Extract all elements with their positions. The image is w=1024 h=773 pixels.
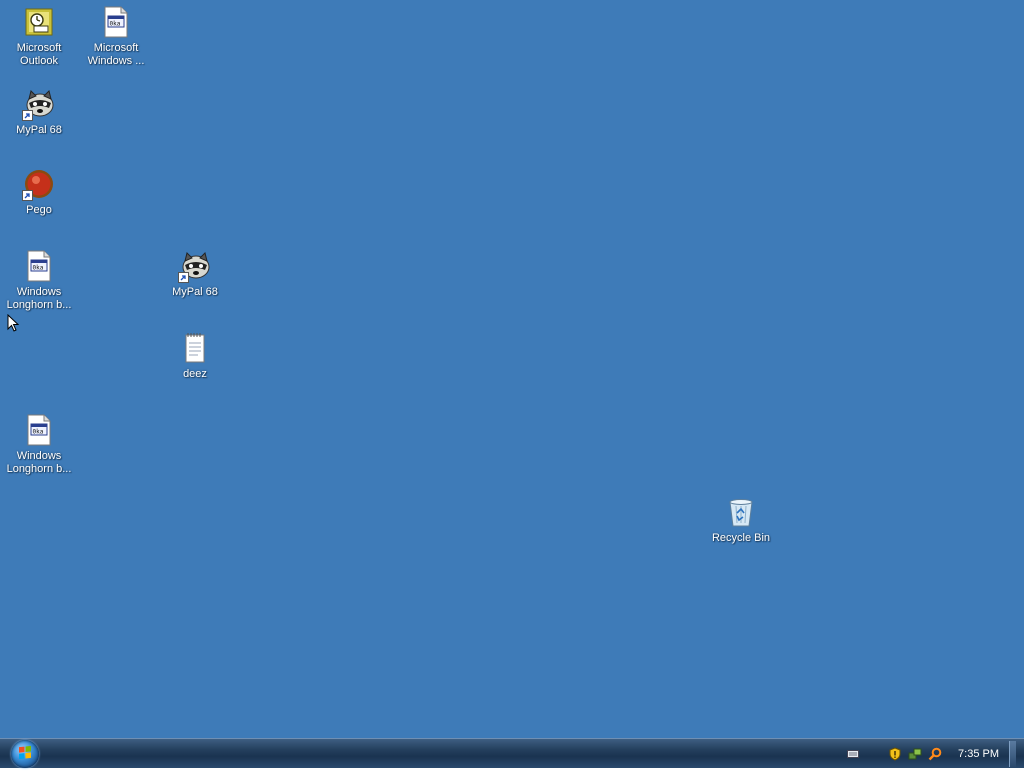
- icon-label: Windows Longhorn b...: [6, 286, 72, 311]
- icon-label: MyPal 68: [172, 286, 218, 298]
- recycle-bin-icon: [723, 494, 759, 530]
- icon-label: Microsoft Windows ...: [87, 42, 145, 67]
- security-shield-icon[interactable]: [888, 747, 902, 761]
- shortcut-arrow-icon: [22, 110, 33, 121]
- icon-label: deez: [183, 368, 207, 380]
- icon-label: Pego: [26, 204, 52, 216]
- outlook-icon: [21, 4, 57, 40]
- desktop-icon-deez[interactable]: deez: [157, 330, 233, 381]
- taskbar: 7:35 PM: [0, 738, 1024, 768]
- desktop-icon-mypal-68-2[interactable]: MyPal 68: [157, 248, 233, 299]
- system-tray: 7:35 PM: [846, 739, 1016, 769]
- keyboard-icon[interactable]: [846, 747, 860, 761]
- svg-text:0ka: 0ka: [110, 21, 121, 28]
- taskbar-clock[interactable]: 7:35 PM: [958, 748, 999, 760]
- notepad-icon: [177, 330, 213, 366]
- desktop-icon-windows-longhorn-2[interactable]: 0ka Windows Longhorn b...: [1, 412, 77, 476]
- icon-label: Microsoft Outlook: [16, 42, 62, 67]
- icon-label: Windows Longhorn b...: [6, 450, 72, 475]
- svg-text:0ka: 0ka: [33, 265, 44, 272]
- document-icon: 0ka: [21, 412, 57, 448]
- pego-icon: [21, 166, 57, 202]
- document-icon: 0ka: [98, 4, 134, 40]
- mypal-raccoon-icon: [21, 86, 57, 122]
- show-desktop-button[interactable]: [1009, 741, 1016, 767]
- desktop-icon-microsoft-outlook[interactable]: Microsoft Outlook: [1, 4, 77, 68]
- desktop-icon-mypal-68[interactable]: MyPal 68: [1, 86, 77, 137]
- icon-label: Recycle Bin: [711, 532, 771, 544]
- icon-label: MyPal 68: [16, 124, 62, 136]
- shortcut-arrow-icon: [178, 272, 189, 283]
- svg-text:0ka: 0ka: [33, 429, 44, 436]
- document-icon: 0ka: [21, 248, 57, 284]
- desktop[interactable]: Microsoft Outlook 0ka Microsoft Windows …: [0, 0, 1024, 738]
- mypal-raccoon-icon: [177, 248, 213, 284]
- desktop-icon-windows-longhorn-1[interactable]: 0ka Windows Longhorn b...: [1, 248, 77, 312]
- desktop-icon-pego[interactable]: Pego: [1, 166, 77, 217]
- network-icon[interactable]: [908, 747, 922, 761]
- start-orb-icon[interactable]: [11, 740, 39, 768]
- search-icon[interactable]: [928, 747, 942, 761]
- mouse-cursor-icon: [7, 313, 20, 338]
- shortcut-arrow-icon: [22, 190, 33, 201]
- desktop-icon-recycle-bin[interactable]: Recycle Bin: [703, 494, 779, 545]
- desktop-icon-microsoft-windows[interactable]: 0ka Microsoft Windows ...: [78, 4, 154, 68]
